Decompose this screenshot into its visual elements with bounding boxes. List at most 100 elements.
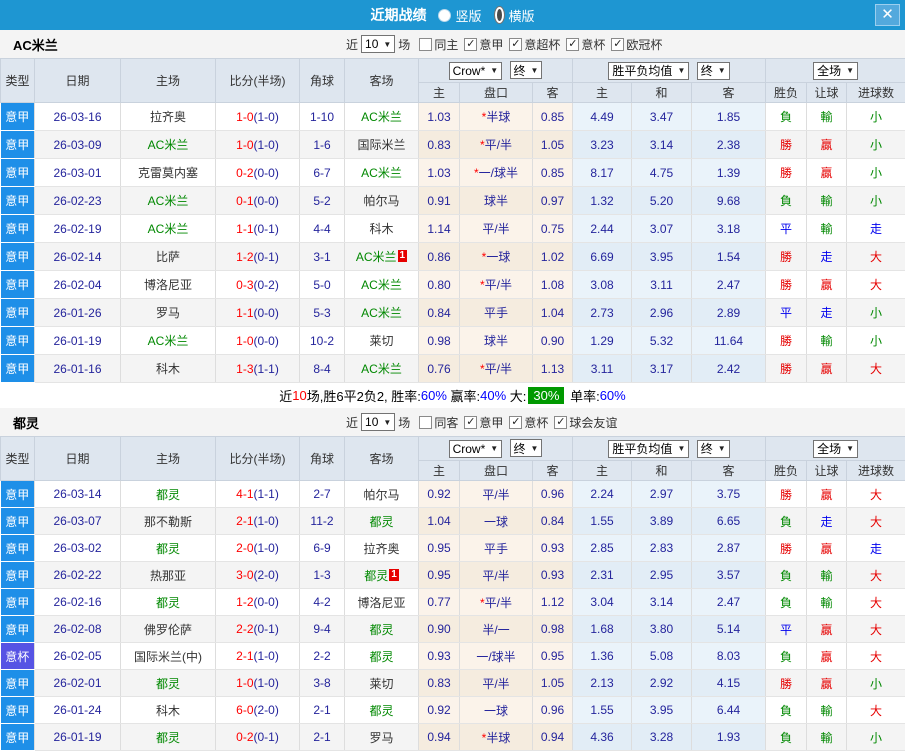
away-team-cell: 帕尔马	[344, 480, 419, 508]
mean-time-select[interactable]: 终 ▼	[696, 439, 730, 458]
away-odds-cell: 0.85	[532, 102, 574, 131]
unchecked-checkbox-icon[interactable]	[419, 37, 433, 51]
close-icon[interactable]: ✕	[875, 4, 900, 26]
filter-option[interactable]: ✓ 欧冠杯	[611, 36, 662, 53]
fulltime-select[interactable]: 全场 ▼	[813, 439, 859, 458]
chevron-down-icon: ▼	[846, 66, 855, 75]
match-row: 意甲 26-03-02 都灵 2-0(1-0) 6-9 拉齐奥 0.95 平手 0.93 2.85…	[0, 534, 905, 562]
home-odds-cell: 0.90	[418, 615, 460, 643]
filter-option[interactable]: ✓ 意甲	[464, 414, 503, 431]
checked-checkbox-icon[interactable]: ✓	[509, 415, 523, 429]
horizontal-layout-label[interactable]: 横版	[509, 6, 535, 25]
away-team-cell: AC米兰	[344, 270, 419, 299]
bookmaker-select[interactable]: Crow* ▼	[448, 439, 503, 458]
mean-time-select[interactable]: 终 ▼	[696, 61, 730, 80]
fulltime-select[interactable]: 全场 ▼	[813, 61, 859, 80]
unchecked-checkbox-icon[interactable]	[419, 415, 433, 429]
halftime-score: (1-0)	[253, 137, 279, 152]
sub-header-handicap-result: 让球	[806, 460, 848, 481]
away-team-cell: 科木	[344, 214, 419, 243]
odds-time-select[interactable]: 终 ▼	[509, 439, 543, 458]
sub-header-odds-home: 主	[418, 82, 460, 103]
match-row: 意甲 26-03-16 拉齐奥 1-0(1-0) 1-10 AC米兰 1.03 *半球 0.85…	[0, 102, 905, 131]
vertical-layout-label[interactable]: 竖版	[455, 6, 481, 25]
halftime-score: (2-0)	[253, 703, 279, 717]
handicap-label: 一球	[483, 514, 508, 529]
fulltime-score: 2-2	[236, 622, 254, 636]
handicap-result-cell: 輸	[806, 186, 848, 215]
date-cell: 26-03-14	[34, 480, 121, 508]
draw-mean-cell: 2.96	[631, 298, 693, 327]
score-cell: 1-2(0-0)	[215, 588, 300, 616]
match-row: 意甲 26-02-23 AC米兰 0-1(0-0) 5-2 帕尔马 0.91 球半 0.97 1.…	[0, 186, 905, 215]
match-count-select[interactable]: 10 ▼	[361, 35, 396, 53]
filter-option[interactable]: ✓ 意超杯	[509, 36, 560, 53]
odds-time-select[interactable]: 终 ▼	[509, 61, 543, 80]
handicap-cell: 一球	[459, 696, 533, 724]
team-label: 都灵	[369, 514, 394, 529]
away-team-cell: 莱切	[344, 326, 419, 355]
score-cell: 3-0(2-0)	[215, 561, 300, 589]
filter-option[interactable]: ✓ 意杯	[509, 414, 548, 431]
halftime-score: (1-0)	[253, 676, 279, 690]
horizontal-layout-radio[interactable]	[493, 6, 505, 24]
home-team-cell: 国际米兰(中)	[120, 642, 216, 670]
team-label: 都灵	[155, 541, 180, 556]
result-cell: 勝	[765, 326, 808, 355]
bookmaker-select[interactable]: Crow* ▼	[448, 61, 503, 80]
filter-option[interactable]: 同主	[419, 36, 458, 53]
corner-cell: 3-8	[299, 669, 345, 697]
home-mean-cell: 1.55	[572, 696, 633, 724]
result-cell: 勝	[765, 270, 808, 299]
checked-checkbox-icon[interactable]: ✓	[554, 415, 568, 429]
halftime-score: (1-0)	[253, 109, 279, 124]
handicap-result-cell: 贏	[806, 158, 848, 187]
draw-mean-cell: 3.17	[631, 354, 693, 383]
filter-option[interactable]: ✓ 意甲	[464, 36, 503, 53]
home-team-cell: 博洛尼亚	[120, 270, 216, 299]
vertical-layout-radio[interactable]	[438, 8, 452, 22]
fulltime-score: 1-1	[236, 221, 254, 236]
checked-checkbox-icon[interactable]: ✓	[566, 37, 580, 51]
halftime-score: (0-1)	[253, 622, 279, 636]
checked-checkbox-icon[interactable]: ✓	[611, 37, 625, 51]
home-odds-cell: 1.14	[418, 214, 460, 243]
team-label: 比萨	[155, 250, 180, 264]
filter-option[interactable]: 同客	[419, 414, 458, 431]
filter-option-label: 意甲	[479, 415, 504, 430]
checked-checkbox-icon[interactable]: ✓	[464, 415, 478, 429]
handicap-label: 平/半	[482, 568, 510, 583]
result-cell: 勝	[765, 158, 808, 187]
result-cell: 勝	[765, 242, 808, 271]
checked-checkbox-icon[interactable]: ✓	[464, 37, 478, 51]
team-label: 拉齐奥	[363, 541, 400, 556]
mean-type-select[interactable]: 胜平负均值 ▼	[608, 439, 690, 458]
match-count-select[interactable]: 10 ▼	[361, 413, 396, 431]
handicap-result-cell: 贏	[806, 130, 848, 159]
away-odds-cell: 0.93	[532, 561, 574, 589]
league-cell: 意甲	[0, 298, 35, 327]
league-cell: 意甲	[0, 354, 35, 383]
corner-cell: 10-2	[299, 326, 345, 355]
filter-option[interactable]: ✓ 球会友谊	[554, 414, 617, 431]
team-label: AC米兰	[355, 250, 397, 264]
chevron-down-icon: ▼	[383, 39, 392, 49]
date-cell: 26-03-09	[34, 130, 121, 159]
checked-checkbox-icon[interactable]: ✓	[509, 37, 523, 51]
away-odds-cell: 1.05	[532, 130, 574, 159]
filter-option[interactable]: ✓ 意杯	[566, 36, 605, 53]
sub-header-mean-away: 客	[691, 82, 767, 103]
away-odds-cell: 1.02	[532, 242, 574, 271]
home-odds-cell: 0.92	[418, 696, 460, 724]
goals-result-cell: 小	[846, 186, 905, 215]
away-team-cell: 都灵	[344, 615, 419, 643]
draw-mean-cell: 2.97	[631, 480, 693, 508]
team-label: 都灵	[155, 676, 180, 691]
team-name-home: AC米兰	[13, 37, 58, 53]
away-odds-cell: 0.84	[532, 507, 574, 535]
date-cell: 26-02-05	[34, 642, 121, 670]
games-label: 场	[398, 415, 411, 430]
score-cell: 0-2(0-1)	[215, 723, 300, 751]
home-team-cell: 佛罗伦萨	[120, 615, 216, 643]
mean-type-select[interactable]: 胜平负均值 ▼	[608, 61, 690, 80]
